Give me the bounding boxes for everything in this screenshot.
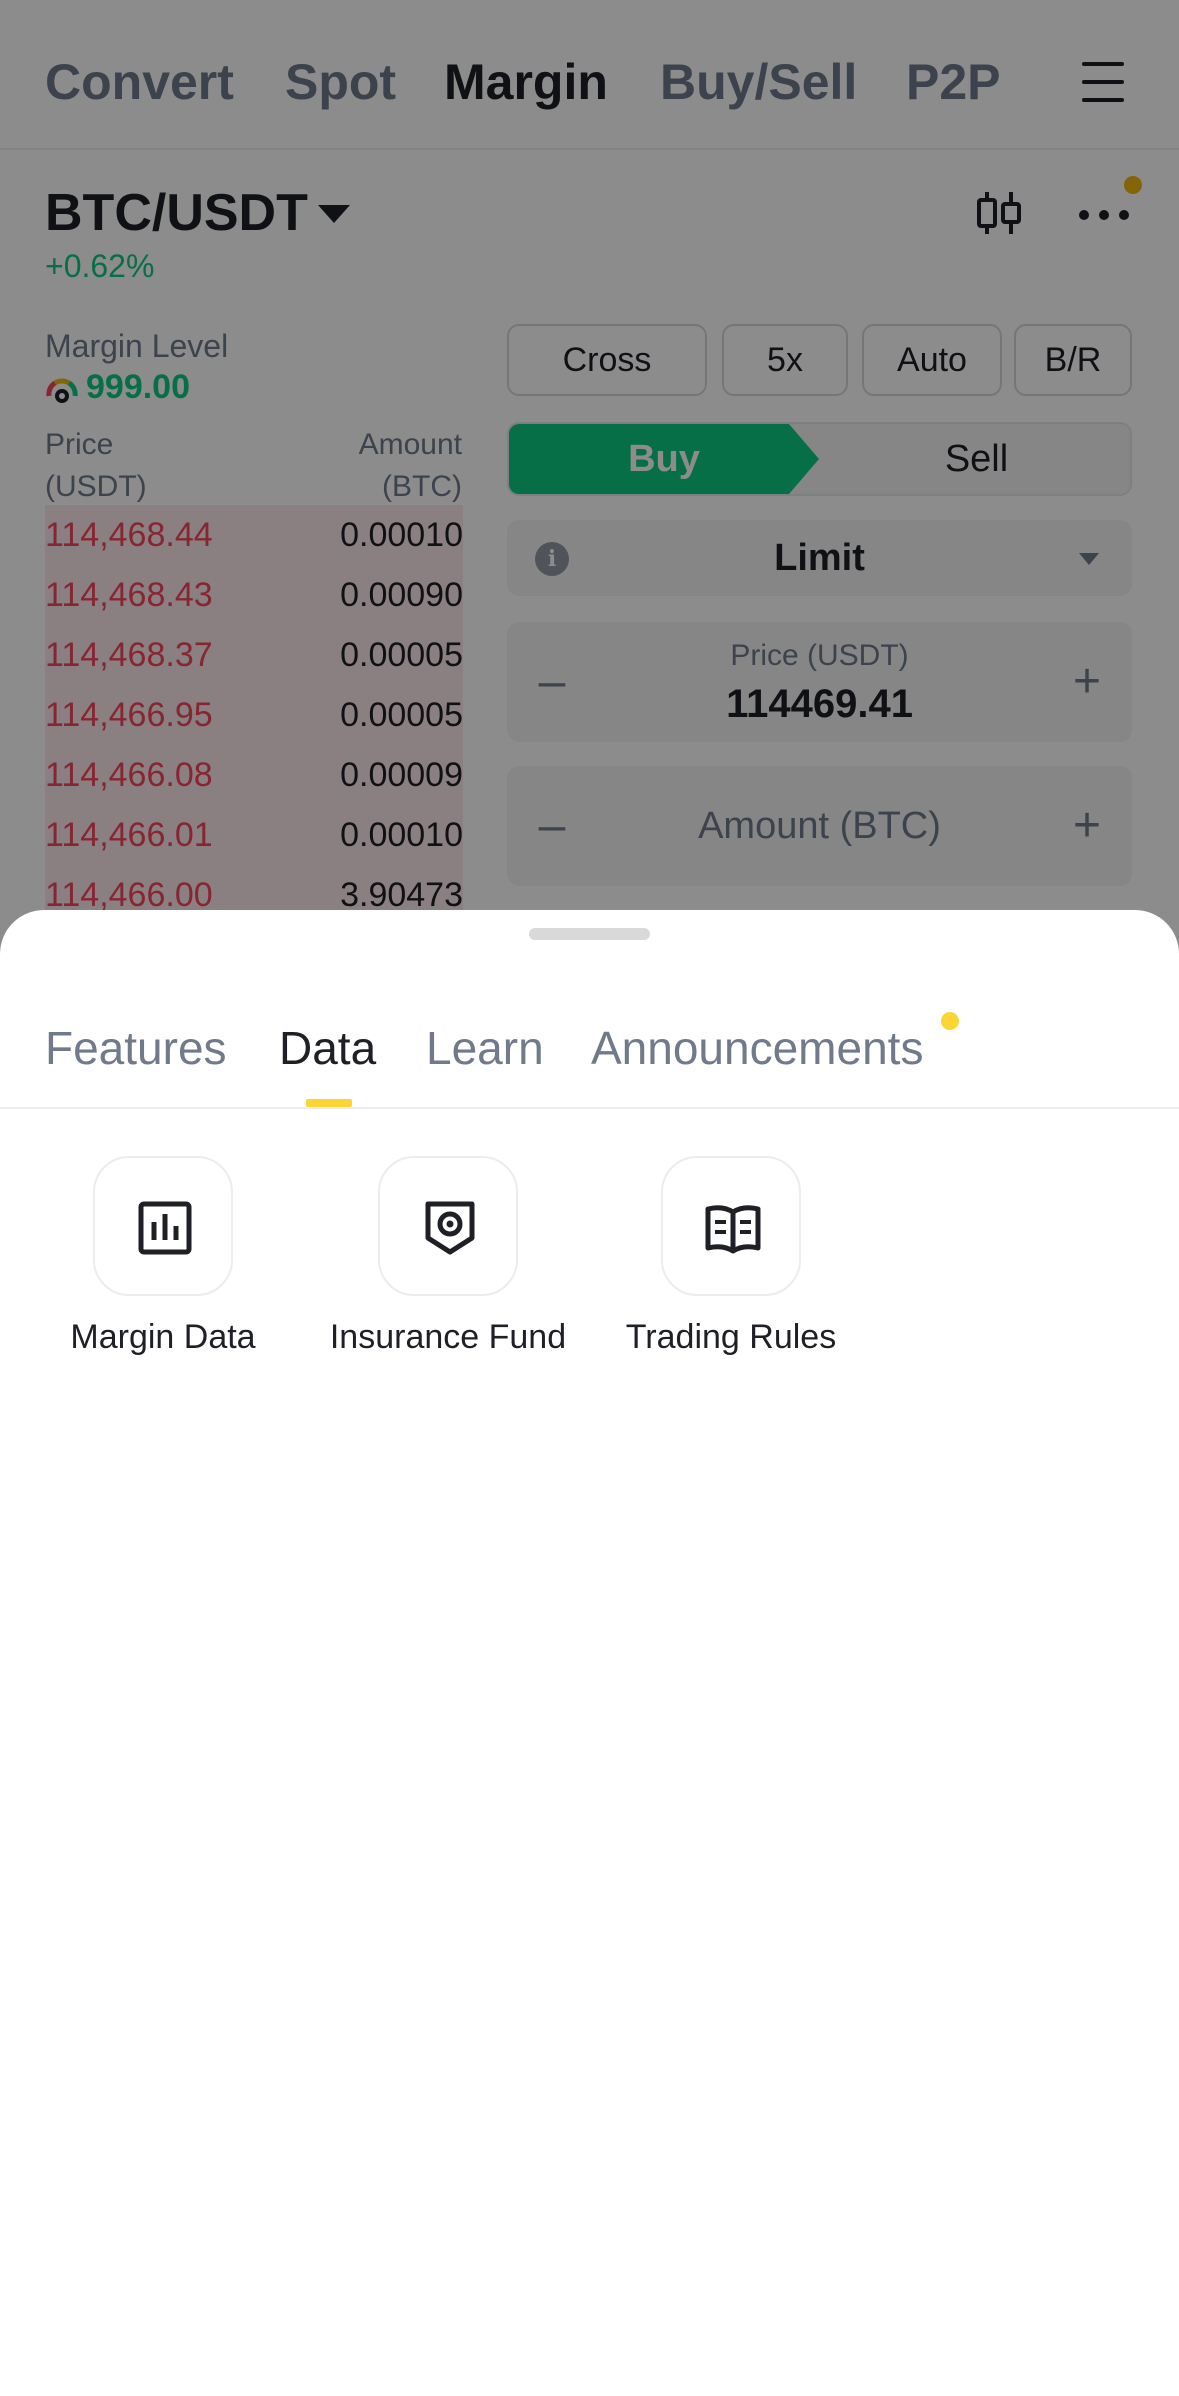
sheet-tab-features[interactable]: Features xyxy=(45,1020,227,1076)
drag-handle[interactable] xyxy=(529,928,650,940)
sheet-tab-data[interactable]: Data xyxy=(279,1020,376,1076)
trading-rules-tile-box[interactable] xyxy=(661,1156,801,1296)
trading-rules-label: Trading Rules xyxy=(625,1318,837,1356)
margin-data-label: Margin Data xyxy=(70,1318,256,1356)
trading-screen: Convert Spot Margin Buy/Sell P2P BTC/USD… xyxy=(0,0,1179,2396)
sheet-tab-announcements[interactable]: Announcements xyxy=(591,1020,923,1076)
book-icon xyxy=(705,1205,761,1254)
margin-data-tile-box[interactable] xyxy=(93,1156,233,1296)
bar-chart-icon xyxy=(138,1201,192,1255)
insurance-fund-tile-box[interactable] xyxy=(378,1156,518,1296)
shield-icon xyxy=(425,1201,475,1255)
bottom-sheet: Features Data Learn Announcements Margin… xyxy=(0,910,1179,2396)
insurance-fund-label: Insurance Fund xyxy=(329,1318,567,1356)
active-tab-indicator xyxy=(306,1099,352,1107)
announcements-notification-dot xyxy=(941,1012,959,1030)
sheet-divider xyxy=(0,1107,1179,1109)
sheet-tab-learn[interactable]: Learn xyxy=(426,1020,544,1076)
